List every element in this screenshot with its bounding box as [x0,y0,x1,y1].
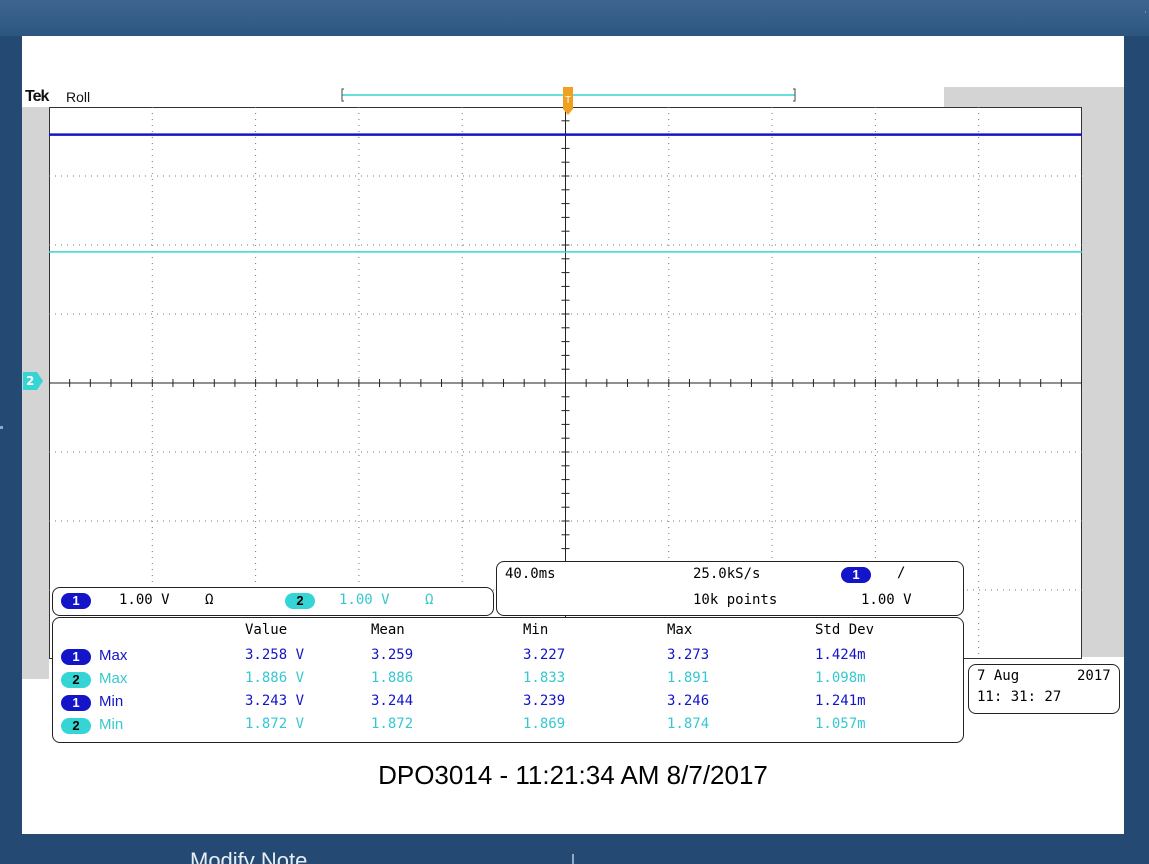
window-title-bar [0,0,1149,36]
row-max: 3.273 [667,647,710,663]
row-name: Min [99,693,124,710]
row-std-dev: 1.057m [815,716,866,732]
row-std-dev: 1.241m [815,693,866,709]
date-time-box: 7 Aug 2017 11: 31: 27 [968,664,1120,714]
row-name: Min [99,716,124,733]
ch2-badge[interactable]: 2 [285,593,315,609]
table-row: 1 Max 3.258 V 3.259 3.227 3.273 1.424m [53,647,963,667]
timebase-box[interactable]: 40.0ms 25.0kS/s 10k points 1 / 1.00 V [496,561,964,616]
row-name: Max [99,670,128,687]
ch2-coupling-icon: Ω [425,592,434,608]
row-channel-badge[interactable]: 2 [61,672,91,688]
row-channel-badge[interactable]: 1 [61,649,91,665]
trigger-source-badge[interactable]: 1 [841,567,871,583]
row-max: 3.246 [667,693,710,709]
row-mean: 3.244 [371,693,414,709]
table-row: 2 Min 1.872 V 1.872 1.869 1.874 1.057m [53,716,963,736]
left-edge-mark [0,426,3,429]
modify-note-button[interactable]: Modify Note [190,846,307,864]
row-min: 3.239 [523,693,566,709]
date-day-month: 7 Aug [977,668,1020,684]
table-row: 2 Max 1.886 V 1.886 1.833 1.891 1.098m [53,670,963,690]
ch1-coupling-icon: Ω [205,592,214,608]
table-row: 1 Min 3.243 V 3.244 3.239 3.246 1.241m [53,693,963,713]
trigger-position-label: T [565,95,571,106]
left-margin-strip [22,107,49,679]
row-mean: 1.886 [371,670,414,686]
row-value: 1.872 V [245,716,305,732]
page-caption: DPO3014 - 11:21:34 AM 8/7/2017 [378,760,768,790]
row-name: Max [99,647,128,664]
row-mean: 1.872 [371,716,414,732]
trigger-level: 1.00 V [861,592,912,608]
bottom-divider-mark [572,854,574,864]
trigger-slope-icon: / [897,565,906,581]
row-min: 1.869 [523,716,566,732]
row-max: 1.874 [667,716,710,732]
col-header-mean: Mean [371,622,405,638]
row-min: 3.227 [523,647,566,663]
horizontal-scale: 40.0ms [505,566,556,582]
col-header-value: Value [245,622,288,638]
measurements-table: Value Mean Min Max Std Dev 1 Max 3.258 V… [52,617,964,743]
row-value: 3.243 V [245,693,305,709]
channel-scale-box[interactable]: 1 1.00 V Ω 2 1.00 V Ω [52,587,494,616]
row-max: 1.891 [667,670,710,686]
row-min: 1.833 [523,670,566,686]
col-header-min: Min [523,622,549,638]
oscilloscope-screen: Tek Roll T 2 1 1.00 V Ω 2 1.00 V Ω 40.0m… [22,87,1124,745]
col-header-std-dev: Std Dev [815,622,875,638]
right-margin-strip [1082,107,1124,657]
row-std-dev: 1.098m [815,670,866,686]
ch1-scale: 1.00 V [119,592,170,608]
date-year: 2017 [1077,668,1111,684]
row-value: 1.886 V [245,670,305,686]
ch2-scale: 1.00 V [339,592,390,608]
col-header-max: Max [667,622,693,638]
row-value: 3.258 V [245,647,305,663]
record-view: T [341,87,796,115]
corner-mark-icon: · [1144,8,1147,18]
measurements-header: Value Mean Min Max Std Dev [53,622,963,642]
time-of-day: 11: 31: 27 [977,689,1062,705]
record-length: 10k points [693,592,778,608]
row-std-dev: 1.424m [815,647,866,663]
row-mean: 3.259 [371,647,414,663]
sample-rate: 25.0kS/s [693,566,761,582]
ch1-badge[interactable]: 1 [61,593,91,609]
row-channel-badge[interactable]: 2 [61,718,91,734]
row-channel-badge[interactable]: 1 [61,695,91,711]
